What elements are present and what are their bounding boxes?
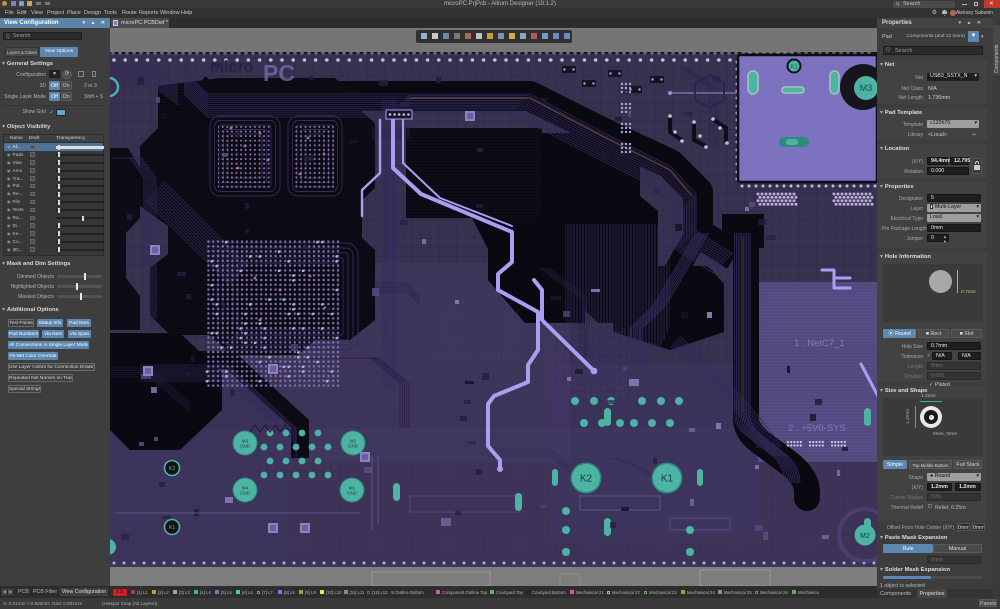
svg-text:2 . +5V0-SYS: 2 . +5V0-SYS — [788, 423, 846, 434]
svg-text:GND: GND — [348, 444, 359, 449]
svg-text:K1: K1 — [661, 474, 674, 485]
svg-text:GND: GND — [347, 491, 358, 496]
svg-text:M3: M3 — [860, 83, 873, 93]
svg-text:M2: M2 — [860, 533, 870, 540]
svg-text:PC: PC — [263, 60, 295, 86]
svg-text:GND: GND — [240, 491, 251, 496]
svg-text:micro: micro — [210, 59, 254, 76]
svg-text:K1: K1 — [169, 525, 176, 531]
svg-text:K1: K1 — [790, 65, 798, 71]
svg-text:K2: K2 — [580, 474, 593, 485]
svg-text:K2: K2 — [169, 466, 176, 472]
svg-text:1 . NetC7_1: 1 . NetC7_1 — [794, 338, 845, 349]
svg-text:GND: GND — [240, 444, 251, 449]
